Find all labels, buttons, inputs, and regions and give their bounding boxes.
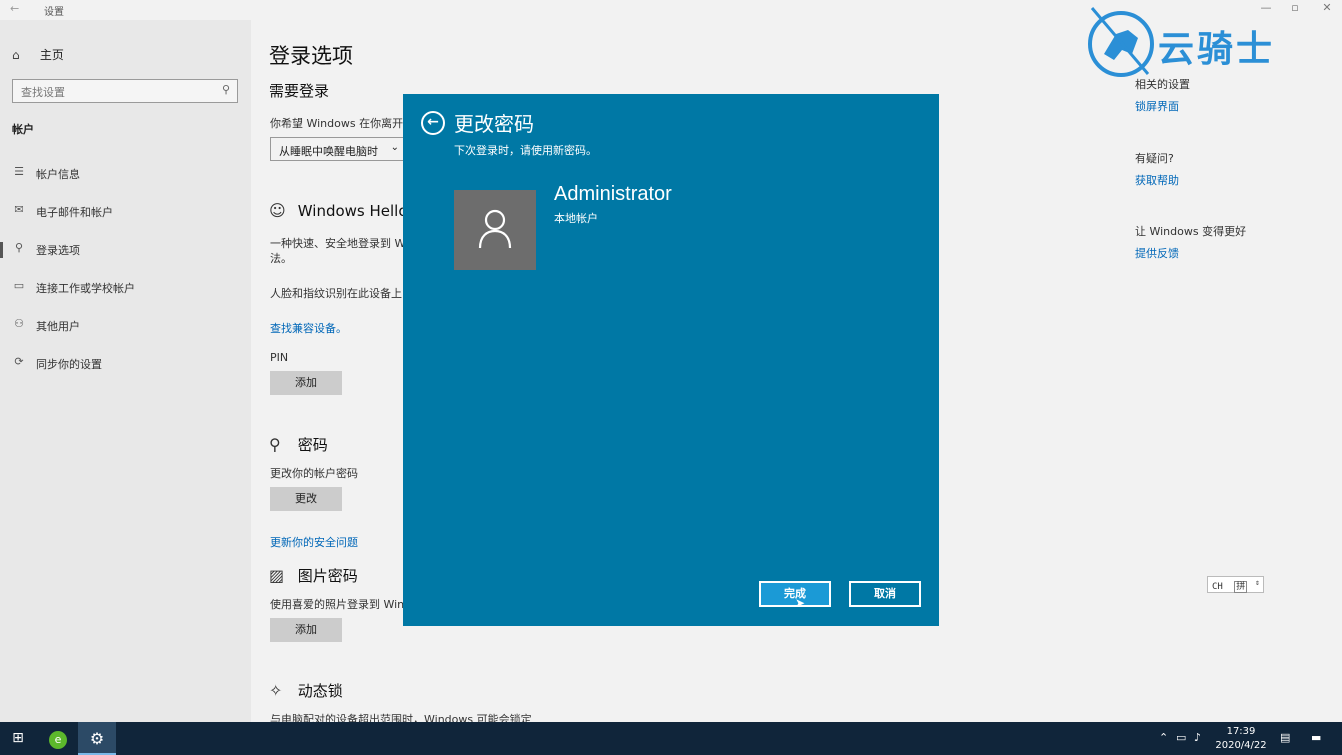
key-search-icon: ⚲ bbox=[269, 435, 281, 454]
pin-label: PIN bbox=[270, 351, 289, 364]
ime-scroll-icon: ⇕ bbox=[1255, 578, 1260, 587]
update-security-questions-link[interactable]: 更新你的安全问题 bbox=[270, 534, 358, 550]
search-icon: ⚲ bbox=[221, 83, 230, 96]
key-icon: ⚲ bbox=[14, 241, 24, 254]
windows-hello-heading: ☺ Windows Hello bbox=[269, 201, 408, 220]
home-icon: ⌂ bbox=[12, 48, 20, 62]
gear-icon: ⚙ bbox=[89, 729, 105, 748]
dialog-subtitle: 下次登录时，请使用新密码。 bbox=[454, 144, 597, 157]
sidebar-home-label: 主页 bbox=[39, 48, 64, 62]
account-info-icon: ☰ bbox=[14, 165, 24, 178]
change-password-dialog: ← 更改密码 下次登录时，请使用新密码。 Administrator 本地帐户 … bbox=[403, 94, 939, 626]
sidebar-item-sync[interactable]: ⟳ 同步你的设置 bbox=[0, 349, 251, 379]
window-title: 设置 bbox=[44, 7, 64, 18]
sidebar-item-label: 电子邮件和帐户 bbox=[36, 206, 113, 219]
picture-password-description: 使用喜爱的照片登录到 Win bbox=[270, 598, 405, 611]
picture-icon: ▨ bbox=[269, 566, 285, 585]
back-arrow-icon[interactable]: ← bbox=[10, 2, 19, 15]
picture-password-title: 图片密码 bbox=[297, 567, 358, 585]
help-section: 有疑问? 获取帮助 bbox=[1135, 150, 1179, 188]
sidebar-item-label: 登录选项 bbox=[36, 244, 80, 257]
ime-language: CH bbox=[1212, 582, 1223, 592]
watermark-text: 云骑士 bbox=[1158, 29, 1276, 70]
give-feedback-link[interactable]: 提供反馈 bbox=[1135, 245, 1246, 261]
clock-time: 17:39 bbox=[1226, 726, 1256, 737]
search-placeholder: 查找设置 bbox=[21, 86, 65, 99]
page-title: 登录选项 bbox=[269, 44, 353, 68]
sidebar-item-label: 帐户信息 bbox=[36, 168, 80, 181]
require-signin-question: 你希望 Windows 在你离开电 bbox=[270, 117, 415, 130]
dynamic-lock-description: 与电脑配对的设备超出范围时，Windows 可能会锁定 bbox=[270, 713, 532, 722]
start-button[interactable]: ⊞ bbox=[0, 722, 36, 755]
password-description: 更改你的帐户密码 bbox=[270, 467, 358, 480]
find-compatible-devices-link[interactable]: 查找兼容设备。 bbox=[270, 320, 347, 336]
sidebar-item-label: 其他用户 bbox=[36, 320, 80, 333]
hello-biometric-note: 人脸和指纹识别在此设备上 bbox=[270, 287, 402, 300]
dialog-username: Administrator bbox=[554, 183, 672, 205]
clock-date: 2020/4/22 bbox=[1215, 740, 1267, 751]
hello-description: 一种快速、安全地登录到 W bbox=[270, 237, 406, 250]
dynamic-lock-heading: ✧ 动态锁 bbox=[269, 680, 343, 701]
avatar bbox=[454, 190, 536, 270]
volume-icon[interactable]: ♪ bbox=[1194, 731, 1201, 744]
sidebar-item-work-school[interactable]: ▭ 连接工作或学校帐户 bbox=[0, 273, 251, 303]
watermark-logo: 云骑士 bbox=[1086, 4, 1336, 82]
network-icon[interactable]: ▭ bbox=[1176, 731, 1186, 744]
knight-logo-icon bbox=[1088, 7, 1154, 77]
chevron-up-icon[interactable]: ⌃ bbox=[1159, 731, 1168, 744]
taskbar-app-settings[interactable]: ⚙ bbox=[78, 722, 116, 755]
dialog-title: 更改密码 bbox=[454, 112, 534, 136]
sidebar: ⌂ 主页 查找设置 ⚲ 帐户 ☰ 帐户信息 ✉ 电子邮件和帐户 ⚲ 登录选项 ▭… bbox=[0, 20, 251, 722]
picture-password-add-button[interactable]: 添加 bbox=[270, 618, 342, 642]
improve-windows-label: 让 Windows 变得更好 bbox=[1135, 225, 1247, 238]
require-signin-dropdown[interactable]: 从睡眠中唤醒电脑时 ⌄ bbox=[270, 137, 406, 161]
cancel-button[interactable]: 取消 bbox=[849, 581, 921, 607]
mouse-cursor-icon: ➤ bbox=[795, 596, 806, 610]
windows-hello-title: Windows Hello bbox=[297, 202, 408, 220]
password-change-button[interactable]: 更改 bbox=[270, 487, 342, 511]
browser-icon: e bbox=[49, 730, 67, 749]
notification-icon[interactable]: ▬ bbox=[1311, 731, 1321, 744]
password-heading: ⚲ 密码 bbox=[269, 434, 328, 455]
dynamic-lock-icon: ✧ bbox=[269, 681, 283, 700]
require-signin-heading: 需要登录 bbox=[269, 82, 330, 100]
sidebar-section-title: 帐户 bbox=[12, 123, 34, 136]
sidebar-item-label: 同步你的设置 bbox=[36, 358, 102, 371]
chevron-down-icon: ⌄ bbox=[390, 142, 399, 153]
taskbar-app-browser[interactable]: e bbox=[39, 722, 77, 755]
hello-description-cont: 法。 bbox=[270, 252, 292, 265]
briefcase-icon: ▭ bbox=[13, 279, 25, 292]
windows-logo-icon: ⊞ bbox=[12, 730, 24, 746]
sidebar-item-signin-options[interactable]: ⚲ 登录选项 bbox=[0, 235, 251, 265]
notes-icon[interactable]: ▤ bbox=[1280, 731, 1290, 744]
picture-password-heading: ▨ 图片密码 bbox=[269, 565, 358, 586]
get-help-link[interactable]: 获取帮助 bbox=[1135, 172, 1179, 188]
mail-icon: ✉ bbox=[14, 203, 24, 216]
lock-screen-link[interactable]: 锁屏界面 bbox=[1135, 98, 1190, 114]
back-arrow-icon[interactable]: ← bbox=[421, 111, 445, 135]
taskbar: ⊞ e ⚙ ⌃ ▭ ♪ 17:39 2020/4/22 ▤ ▬ bbox=[0, 722, 1342, 755]
dropdown-value: 从睡眠中唤醒电脑时 bbox=[279, 145, 378, 158]
sidebar-home[interactable]: ⌂ 主页 bbox=[12, 46, 64, 63]
ime-indicator[interactable]: CH 拼 ⇕ bbox=[1207, 576, 1264, 593]
person-icon: ⚇ bbox=[14, 317, 24, 330]
dialog-account-type: 本地帐户 bbox=[554, 212, 598, 225]
sidebar-item-account-info[interactable]: ☰ 帐户信息 bbox=[0, 159, 251, 189]
taskbar-clock[interactable]: 17:39 2020/4/22 bbox=[1212, 725, 1270, 753]
sidebar-item-email[interactable]: ✉ 电子邮件和帐户 bbox=[0, 197, 251, 227]
search-input[interactable]: 查找设置 ⚲ bbox=[12, 79, 238, 103]
pin-add-button[interactable]: 添加 bbox=[270, 371, 342, 395]
password-title: 密码 bbox=[297, 436, 328, 454]
feedback-section: 让 Windows 变得更好 提供反馈 bbox=[1135, 223, 1246, 261]
sync-icon: ⟳ bbox=[14, 355, 24, 368]
ime-mode: 拼 bbox=[1234, 581, 1248, 593]
user-icon bbox=[478, 209, 512, 249]
dynamic-lock-title: 动态锁 bbox=[297, 682, 343, 700]
question-label: 有疑问? bbox=[1135, 152, 1174, 165]
sidebar-item-label: 连接工作或学校帐户 bbox=[36, 282, 135, 295]
sidebar-item-other-users[interactable]: ⚇ 其他用户 bbox=[0, 311, 251, 341]
smiley-icon: ☺ bbox=[269, 201, 286, 220]
